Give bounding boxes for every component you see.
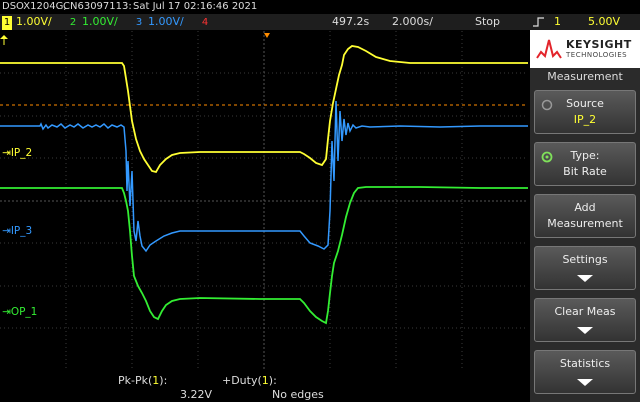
clear-meas-softkey[interactable]: Clear Meas <box>534 298 636 342</box>
ch3-trace-label[interactable]: ⇥IP_3 <box>2 225 32 237</box>
keysight-wave-icon <box>536 39 562 59</box>
settings-softkey[interactable]: Settings <box>534 246 636 290</box>
keysight-logo: KEYSIGHT TECHNOLOGIES <box>530 30 640 68</box>
waveform-graticule <box>0 31 528 371</box>
submenu-arrow-icon <box>577 275 593 282</box>
run-state[interactable]: Stop <box>475 14 500 30</box>
add-measurement-softkey[interactable]: Add Measurement <box>534 194 636 238</box>
measurement-duty[interactable]: +Duty(1): No edges <box>222 372 332 402</box>
datetime-label: Sat Jul 17 02:16:46 2021 <box>133 1 258 12</box>
serial-label: CN63097113: <box>63 1 132 12</box>
model-label: DSOX1204G, <box>2 1 67 12</box>
measurement-pkpk[interactable]: Pk-Pk(1): 3.22V <box>118 372 218 402</box>
submenu-arrow-icon <box>577 327 593 334</box>
trigger-channel: 1 <box>554 15 561 28</box>
menu-title: Measurement <box>547 70 623 83</box>
ch2-trace-label[interactable]: ⇥OP_1 <box>2 306 37 318</box>
statistics-softkey[interactable]: Statistics <box>534 350 636 394</box>
channel-3-scale[interactable]: 3 1.00V/ <box>134 14 184 30</box>
trigger-position-marker <box>264 33 270 38</box>
channel-4-scale[interactable]: 4 <box>200 14 214 30</box>
waveform-display[interactable]: ⇥IP_2 ⇥IP_3 ⇥OP_1 <box>0 31 528 371</box>
ch1-trace-label[interactable]: ⇥IP_2 <box>2 147 32 159</box>
channel-2-scale[interactable]: 2 1.00V/ <box>68 14 118 30</box>
source-softkey[interactable]: Source IP_2 <box>534 90 636 134</box>
trigger-bar[interactable]: 1 5.00V <box>530 14 640 30</box>
measurement-readout: Pk-Pk(1): 3.22V +Duty(1): No edges <box>0 372 528 402</box>
submenu-arrow-icon <box>577 379 593 386</box>
rising-edge-icon <box>533 17 544 27</box>
time-scale[interactable]: 2.000s/ <box>392 14 433 30</box>
type-softkey[interactable]: Type: Bit Rate <box>534 142 636 186</box>
title-bar: DSOX1204G, CN63097113: Sat Jul 17 02:16:… <box>0 0 640 14</box>
time-position[interactable]: 497.2s <box>332 14 369 30</box>
status-bar: 1 1.00V/ 2 1.00V/ 3 1.00V/ 4 497.2s 2.000s/… <box>0 14 530 30</box>
trigger-level: 5.00V <box>588 15 621 28</box>
softkey-panel: KEYSIGHT TECHNOLOGIES Measurement Source… <box>530 30 640 402</box>
channel-1-scale[interactable]: 1 1.00V/ <box>2 14 52 30</box>
